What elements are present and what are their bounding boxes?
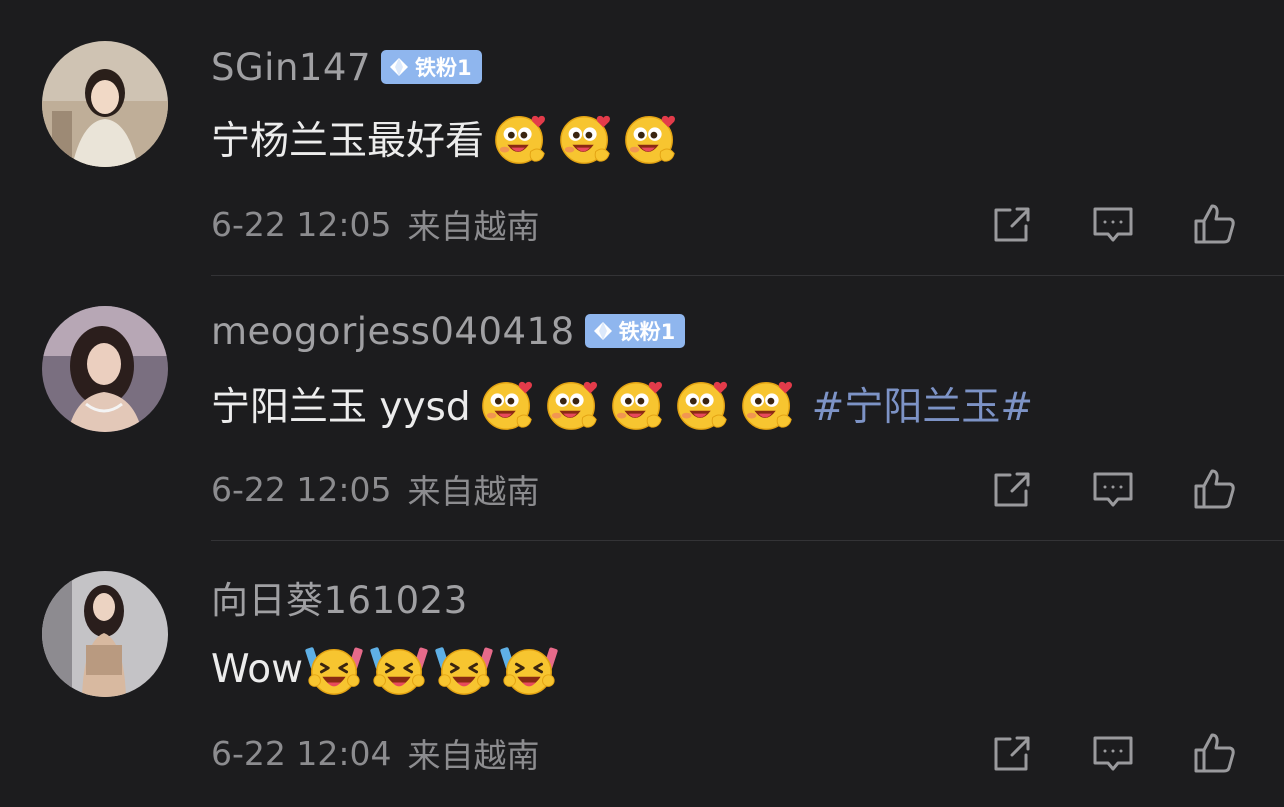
heart-eyes-emoji	[674, 375, 732, 433]
username[interactable]: meogorjess040418	[211, 310, 575, 353]
like-icon	[1194, 469, 1235, 509]
cheering-emoji	[500, 640, 558, 698]
heart-eyes-emoji	[557, 109, 615, 167]
like-icon	[1194, 733, 1235, 773]
like-button[interactable]	[1190, 465, 1238, 513]
location: 来自越南	[407, 472, 540, 511]
badge-label: 铁粉1	[618, 320, 676, 344]
comment-content: Wow	[211, 639, 565, 699]
comment-text: 宁阳兰玉 yysd	[211, 385, 471, 430]
heart-eyes-emoji	[479, 375, 537, 433]
name-row: meogorjess040418 铁粉1	[211, 305, 686, 357]
action-bar	[988, 729, 1238, 777]
heart-eyes-emoji	[492, 109, 550, 167]
hashtag-link[interactable]: #宁阳兰玉#	[812, 376, 1033, 432]
name-row: 向日葵161023	[211, 571, 468, 623]
share-icon	[994, 736, 1030, 771]
comment-content: 宁阳兰玉 yysd #宁阳兰玉#	[211, 374, 1033, 434]
heart-eyes-emoji	[609, 375, 667, 433]
diamond-icon	[390, 58, 409, 76]
comment-icon	[1093, 472, 1133, 507]
diamond-icon	[593, 322, 612, 340]
heart-eyes-emoji	[544, 375, 602, 433]
location: 来自越南	[407, 736, 540, 775]
divider	[211, 275, 1284, 276]
comment-icon	[1093, 207, 1133, 242]
reply-button[interactable]	[1089, 200, 1137, 248]
cheering-emoji	[305, 640, 363, 698]
fan-badge[interactable]: 铁粉1	[584, 314, 686, 348]
comment-text: Wow	[211, 646, 304, 692]
comment-meta: 6-22 12:05 来自越南	[211, 467, 540, 512]
action-bar	[988, 465, 1238, 513]
username[interactable]: SGin147	[211, 46, 371, 89]
avatar[interactable]	[42, 306, 168, 432]
name-row: SGin147 铁粉1	[211, 41, 482, 93]
action-bar	[988, 200, 1238, 248]
share-button[interactable]	[988, 200, 1036, 248]
like-icon	[1194, 204, 1235, 244]
timestamp: 6-22 12:05	[211, 469, 392, 509]
comment-meta: 6-22 12:05 来自越南	[211, 202, 540, 247]
badge-label: 铁粉1	[415, 56, 472, 80]
share-icon	[994, 472, 1030, 507]
comment-icon	[1093, 736, 1133, 771]
timestamp: 6-22 12:04	[211, 733, 392, 773]
avatar[interactable]	[42, 571, 168, 697]
avatar[interactable]	[42, 41, 168, 167]
share-button[interactable]	[988, 729, 1036, 777]
heart-eyes-emoji	[739, 375, 797, 433]
share-icon	[994, 207, 1030, 242]
heart-eyes-emoji	[622, 109, 680, 167]
share-button[interactable]	[988, 465, 1036, 513]
cheering-emoji	[435, 640, 493, 698]
comment-text: 宁杨兰玉最好看	[211, 119, 485, 164]
comment-content: 宁杨兰玉最好看	[211, 108, 687, 168]
fan-badge[interactable]: 铁粉1	[381, 50, 482, 84]
divider	[211, 540, 1284, 541]
location: 来自越南	[407, 207, 540, 246]
username[interactable]: 向日葵161023	[211, 570, 468, 624]
like-button[interactable]	[1190, 729, 1238, 777]
reply-button[interactable]	[1089, 729, 1137, 777]
timestamp: 6-22 12:05	[211, 204, 392, 244]
like-button[interactable]	[1190, 200, 1238, 248]
comment-meta: 6-22 12:04 来自越南	[211, 731, 540, 776]
cheering-emoji	[370, 640, 428, 698]
reply-button[interactable]	[1089, 465, 1137, 513]
